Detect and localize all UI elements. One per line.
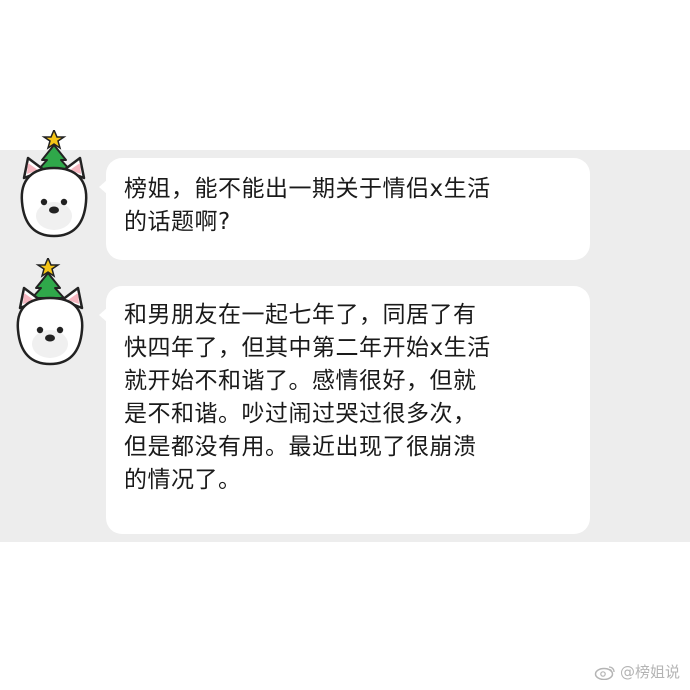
weibo-icon (594, 665, 615, 680)
avatar[interactable] (16, 256, 96, 368)
watermark: @榜姐说 (594, 661, 680, 682)
watermark-text: @榜姐说 (619, 663, 680, 681)
dog-avatar-icon (16, 256, 84, 366)
avatar[interactable] (16, 128, 96, 240)
message-bubble: 和男朋友在一起七年了，同居了有 快四年了，但其中第二年开始x生活 就开始不和谐了… (99, 286, 590, 534)
dog-avatar-icon (20, 128, 88, 238)
message-bubble: 榜姐，能不能出一期关于情侣x生活 的话题啊? (99, 158, 590, 260)
